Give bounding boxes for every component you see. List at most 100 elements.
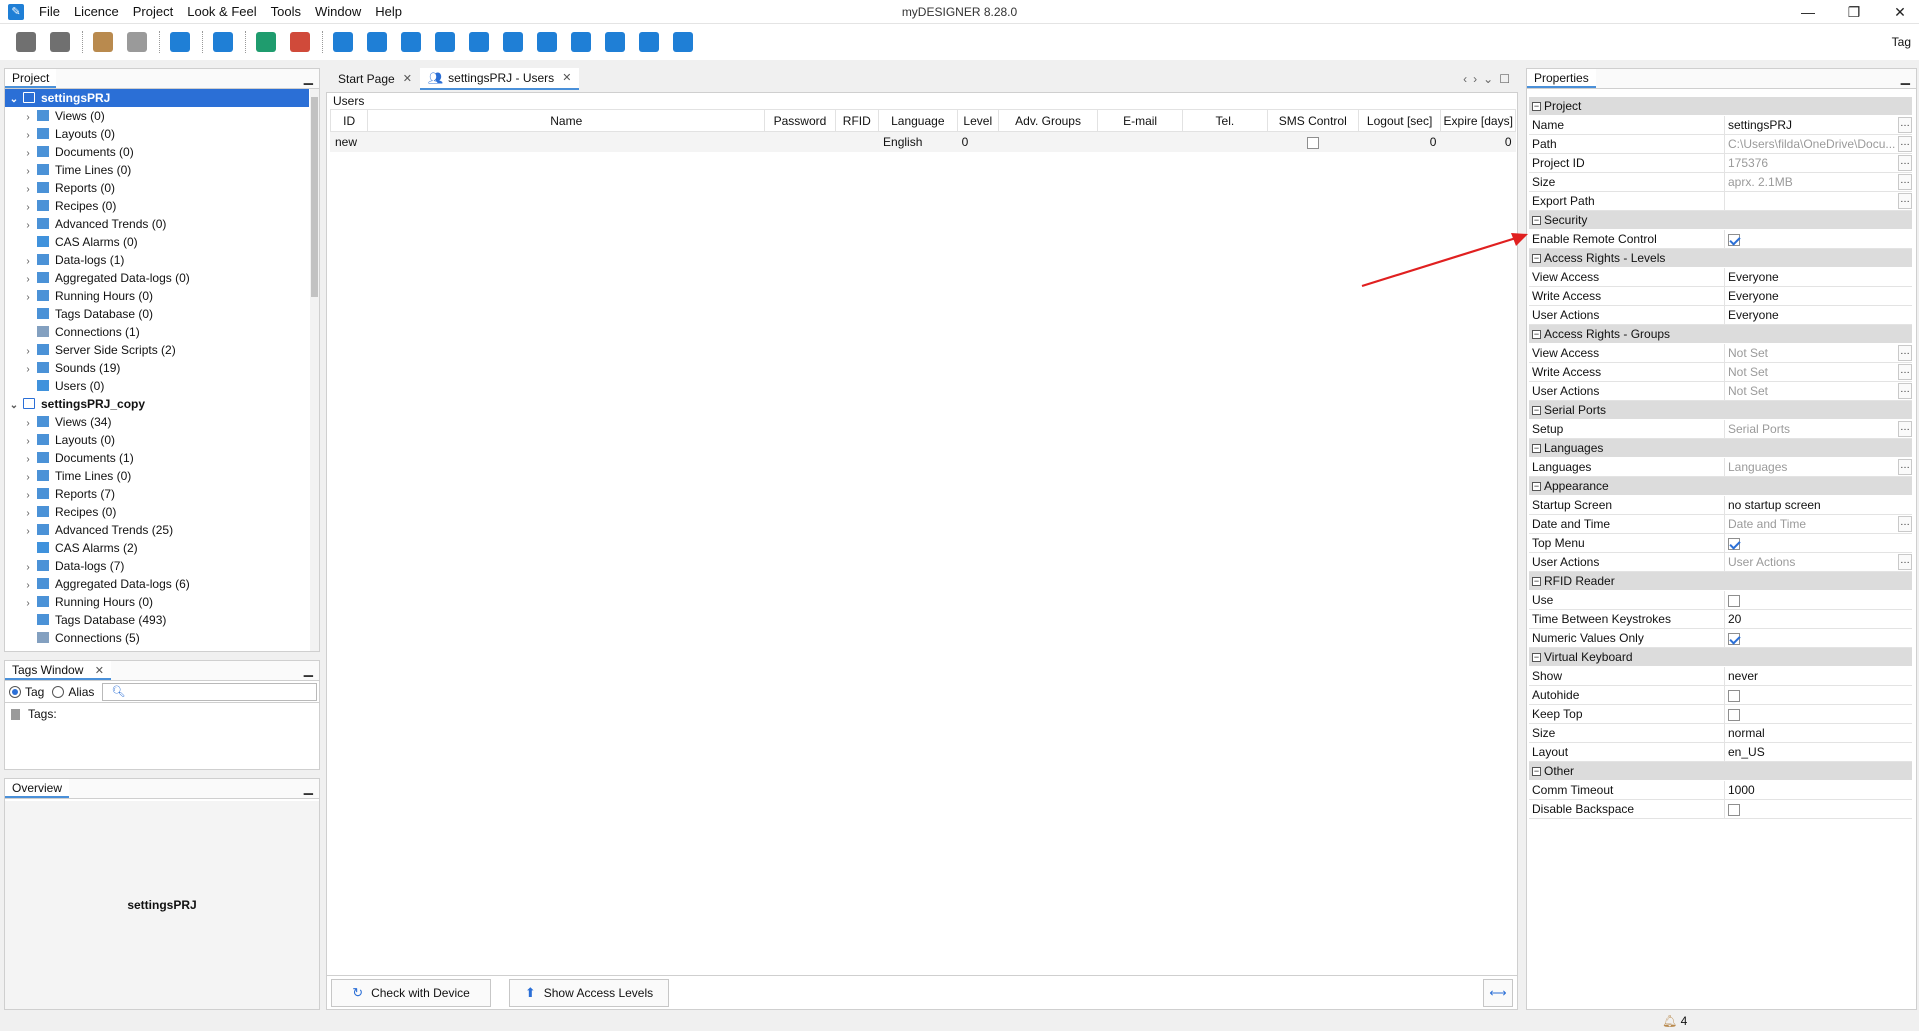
tags-window-tab[interactable]: Tags Window ✕ xyxy=(5,661,111,680)
import-button[interactable] xyxy=(252,28,280,56)
tree-item[interactable]: CAS Alarms (2) xyxy=(5,539,309,557)
tree-item[interactable]: CAS Alarms (0) xyxy=(5,233,309,251)
ellipsis-button[interactable]: … xyxy=(1898,117,1912,133)
minimize-icon[interactable]: — xyxy=(1785,0,1831,24)
project-tree-scrollbar[interactable] xyxy=(310,89,319,651)
tab-users[interactable]: 👥︎ settingsPRJ - Users ✕ xyxy=(419,68,580,90)
overview-tab[interactable]: Overview xyxy=(5,779,70,798)
collapse-icon[interactable]: − xyxy=(1532,481,1541,491)
tree-item[interactable]: › Documents (1) xyxy=(5,449,309,467)
upload-button[interactable] xyxy=(567,28,595,56)
property-value[interactable]: Languages… xyxy=(1725,458,1912,476)
save-button[interactable] xyxy=(12,28,40,56)
property-checkbox[interactable] xyxy=(1728,537,1740,550)
property-value[interactable]: Not Set… xyxy=(1725,344,1912,362)
property-value[interactable] xyxy=(1725,230,1912,248)
column-header[interactable]: SMS Control xyxy=(1266,109,1359,132)
tree-item[interactable]: › Layouts (0) xyxy=(5,431,309,449)
tree-item[interactable]: › Sounds (19) xyxy=(5,359,309,377)
collapse-icon[interactable]: − xyxy=(1532,329,1541,339)
checklist-button[interactable] xyxy=(431,28,459,56)
tree-item[interactable]: › Data-logs (7) xyxy=(5,557,309,575)
column-header[interactable]: Password xyxy=(764,109,836,132)
cell-level[interactable]: 0 xyxy=(956,131,999,152)
properties-tab[interactable]: Properties xyxy=(1527,69,1596,88)
collapse-icon[interactable]: − xyxy=(1532,215,1541,225)
column-header[interactable]: E-mail xyxy=(1097,109,1183,132)
tag-radio[interactable] xyxy=(9,685,21,698)
property-value[interactable]: User Actions… xyxy=(1725,553,1912,571)
minimize-panel-icon[interactable]: ▁ xyxy=(1901,71,1910,85)
property-section[interactable]: − Appearance xyxy=(1529,477,1912,496)
overview-canvas[interactable]: settingsPRJ xyxy=(5,801,319,1009)
properties-button[interactable] xyxy=(166,28,194,56)
property-checkbox[interactable] xyxy=(1728,708,1740,721)
status-notifications[interactable]: 🔔︎ 4 xyxy=(1662,1014,1687,1028)
tree-item[interactable]: › Running Hours (0) xyxy=(5,593,309,611)
property-value[interactable] xyxy=(1725,800,1912,818)
add-view-button[interactable] xyxy=(329,28,357,56)
tree-item[interactable]: › Recipes (0) xyxy=(5,503,309,521)
close-tab-icon[interactable]: ✕ xyxy=(403,69,412,90)
property-value[interactable] xyxy=(1725,629,1912,647)
redo-button[interactable] xyxy=(123,28,151,56)
tree-item[interactable]: › Aggregated Data-logs (0) xyxy=(5,269,309,287)
tree-item[interactable]: Connections (5) xyxy=(5,629,309,647)
tree-item[interactable]: › Time Lines (0) xyxy=(5,467,309,485)
tree-item[interactable]: › Time Lines (0) xyxy=(5,161,309,179)
property-value[interactable]: normal xyxy=(1725,724,1912,742)
property-value[interactable] xyxy=(1725,705,1912,723)
ellipsis-button[interactable]: … xyxy=(1898,516,1912,532)
property-section[interactable]: − Virtual Keyboard xyxy=(1529,648,1912,667)
ellipsis-button[interactable]: … xyxy=(1898,364,1912,380)
close-tab-icon[interactable]: ✕ xyxy=(95,665,104,677)
cell-rfid[interactable] xyxy=(834,131,879,152)
property-section[interactable]: − Languages xyxy=(1529,439,1912,458)
menu-tools[interactable]: Tools xyxy=(264,0,308,24)
property-value[interactable]: … xyxy=(1725,192,1912,210)
column-header[interactable]: Expire [days] xyxy=(1440,109,1516,132)
property-value[interactable]: 1000 xyxy=(1725,781,1912,799)
cell-email[interactable] xyxy=(1097,131,1183,152)
property-value[interactable]: Everyone xyxy=(1725,268,1912,286)
property-section[interactable]: − Access Rights - Groups xyxy=(1529,325,1912,344)
export-button[interactable] xyxy=(286,28,314,56)
maximize-icon[interactable]: ☐ xyxy=(1499,72,1516,86)
property-value[interactable]: never xyxy=(1725,667,1912,685)
column-header[interactable]: Name xyxy=(367,109,766,132)
property-value[interactable]: Everyone xyxy=(1725,306,1912,324)
sms-control-checkbox[interactable] xyxy=(1306,136,1319,149)
table-row[interactable]: new English 0 0 0 xyxy=(329,131,1516,152)
tree-item[interactable]: Users (0) xyxy=(5,377,309,395)
menu-project[interactable]: Project xyxy=(126,0,180,24)
property-section[interactable]: − Security xyxy=(1529,211,1912,230)
cell-id[interactable]: new xyxy=(329,131,368,152)
property-value[interactable] xyxy=(1725,686,1912,704)
show-access-levels-button[interactable]: ⬆ Show Access Levels xyxy=(509,979,669,1007)
property-checkbox[interactable] xyxy=(1728,689,1740,702)
ellipsis-button[interactable]: … xyxy=(1898,421,1912,437)
property-section[interactable]: − Serial Ports xyxy=(1529,401,1912,420)
cell-password[interactable] xyxy=(764,131,836,152)
cell-name[interactable] xyxy=(367,131,765,152)
tree-item[interactable]: Tags Database (0) xyxy=(5,305,309,323)
tree-item[interactable]: › Views (34) xyxy=(5,413,309,431)
cell-tel[interactable] xyxy=(1182,131,1268,152)
tree-item[interactable]: › Running Hours (0) xyxy=(5,287,309,305)
column-header[interactable]: Level xyxy=(956,109,999,132)
property-section[interactable]: − Project xyxy=(1529,97,1912,116)
ellipsis-button[interactable]: … xyxy=(1898,383,1912,399)
download-button[interactable] xyxy=(601,28,629,56)
tree-item[interactable]: › Advanced Trends (25) xyxy=(5,521,309,539)
collapse-icon[interactable]: − xyxy=(1532,443,1541,453)
menu-look-feel[interactable]: Look & Feel xyxy=(180,0,263,24)
tree-project-node[interactable]: ⌄ settingsPRJ xyxy=(5,89,309,107)
open-external-button[interactable] xyxy=(635,28,663,56)
tag-search-input[interactable]: 🔍︎ xyxy=(102,682,317,701)
property-section[interactable]: − RFID Reader xyxy=(1529,572,1912,591)
menu-help[interactable]: Help xyxy=(368,0,409,24)
menu-file[interactable]: File xyxy=(32,0,67,24)
tree-item[interactable]: › Recipes (0) xyxy=(5,197,309,215)
cell-logout[interactable]: 0 xyxy=(1357,131,1441,152)
tab-next-icon[interactable]: › xyxy=(1473,72,1483,86)
